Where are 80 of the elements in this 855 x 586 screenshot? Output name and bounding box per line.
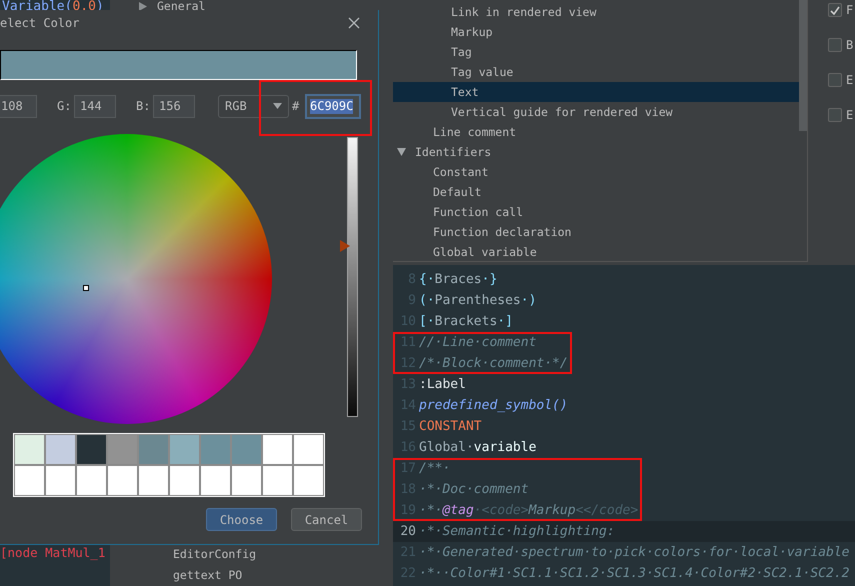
code-text: {·Braces·} [419,271,498,289]
color-swatch[interactable] [138,465,169,496]
close-icon [348,17,360,29]
color-swatch[interactable] [200,434,231,465]
color-swatch[interactable] [14,465,45,496]
color-swatch[interactable] [45,465,76,496]
code-text: ·*·Semantic·highlighting: [419,523,615,541]
code-text: /*·Block·comment·*/ [419,355,568,373]
code-text: ·*·Generated·spectrum·to·pick·colors·for·local·variable [419,544,850,562]
caret-icon [273,103,282,109]
code-text: predefined_symbol() [419,397,568,415]
dialog-title: elect Color [0,16,80,30]
field-label: G: [57,99,72,113]
input-field[interactable]: 156 [153,94,195,118]
line-number: 20 [399,523,417,541]
checkbox[interactable] [828,73,842,87]
tree-item[interactable]: EditorConfig [110,546,393,567]
color-swatch[interactable] [293,465,324,496]
dialog-button[interactable]: Cancel [291,508,362,531]
color-swatch[interactable] [107,465,138,496]
color-swatch[interactable] [293,434,324,465]
code-text: /**· [419,460,450,478]
checkbox-label: F [846,3,854,17]
tree-item[interactable]: Constant [393,162,799,182]
tree-item[interactable]: Vertical guide for rendered view [393,102,799,122]
dialog-button[interactable]: Choose [206,508,277,531]
tree-item[interactable]: Function declaration [393,222,799,242]
checkbox[interactable] [828,3,842,17]
checkbox-label: B [846,38,854,52]
tree-item[interactable]: Tag [393,42,799,62]
tree-item[interactable]: Line comment [393,122,799,142]
code-text: ·*·Doc·comment [419,481,529,499]
checkbox[interactable] [828,108,842,122]
tree-item[interactable]: Default [393,182,799,202]
hex-field[interactable]: 6C909C [305,94,361,118]
input-field[interactable]: 144 [74,94,116,118]
color-swatch[interactable] [231,465,262,496]
color-swatch[interactable] [14,434,45,465]
code-text: [node MatMul_1 [0,546,106,560]
color-swatch[interactable] [262,465,293,496]
code-text: [·Brackets·] [419,313,513,331]
tree-item[interactable]: Text [393,82,799,102]
code-text: Variable( [2,0,72,14]
field-label: B: [136,99,152,113]
input-field[interactable]: 108 [0,94,37,118]
color-swatch[interactable] [231,434,262,465]
tree-item[interactable]: Function call [393,202,799,222]
mode-dropdown[interactable]: RGB [218,94,289,118]
field-label: # [292,99,300,113]
tree-item[interactable]: General [110,0,393,13]
color-swatch[interactable] [76,434,107,465]
code-text: 0.0 [72,0,96,14]
value-slider[interactable] [338,137,358,417]
code-text: Global·variable [419,439,536,457]
color-swatch[interactable] [169,465,200,496]
color-swatch[interactable] [200,465,231,496]
tree-item[interactable]: Global variable [393,242,799,261]
color-swatch[interactable] [45,434,76,465]
picker-marker[interactable] [83,285,89,291]
color-swatch[interactable] [262,434,293,465]
tree-item[interactable]: gettext PO [110,567,393,586]
code-text: CONSTANT [419,418,482,436]
tree-item[interactable]: Link in rendered view [393,2,799,22]
color-swatch[interactable] [76,465,107,496]
color-swatch[interactable] [107,434,138,465]
code-text: ·*··Color#1·SC1.1·SC1.2·SC1.3·SC1.4·Color#2·SC2.1·SC2.2 [419,565,850,583]
checkbox-label: E [846,108,854,122]
code-text: (·Parentheses·) [419,292,536,310]
code-text: :Label [419,376,466,394]
code-text: //·Line·comment [419,334,536,352]
check-icon [830,6,840,14]
tree-item[interactable]: Identifiers [393,142,799,162]
tree-item[interactable]: Markup [393,22,799,42]
close-button[interactable] [348,17,360,29]
checkbox-label: E [846,73,854,87]
color-swatch[interactable] [169,434,200,465]
checkbox[interactable] [828,38,842,52]
color-swatch[interactable] [138,434,169,465]
tree-item[interactable]: Tag value [393,62,799,82]
scrollbar-thumb[interactable] [799,0,807,131]
